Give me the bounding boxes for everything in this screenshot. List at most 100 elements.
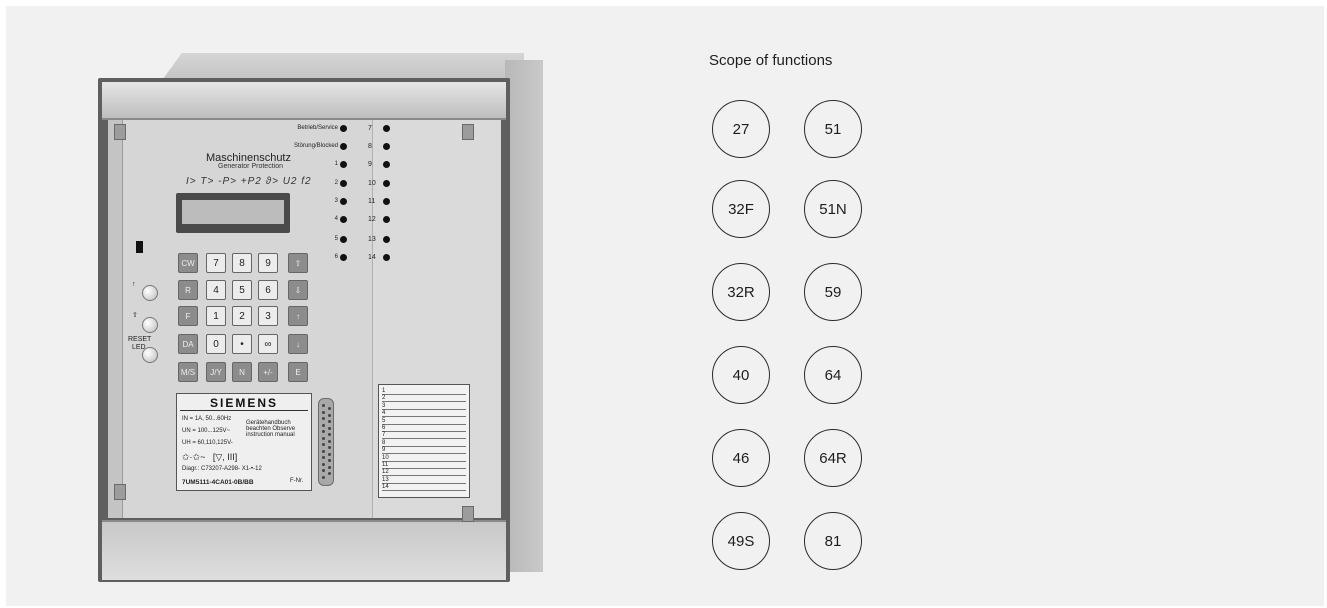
- connector-pin: [322, 430, 325, 433]
- top-cover-strip: [102, 82, 506, 120]
- led-label: Störung/Blocked: [293, 143, 338, 149]
- keypad-key: 8: [232, 253, 252, 273]
- keypad-key: 7: [206, 253, 226, 273]
- keypad-key: F: [178, 306, 198, 326]
- connector-pin: [322, 462, 325, 466]
- led-label: 1: [334, 161, 338, 167]
- label-card-line: 4: [382, 410, 466, 418]
- latch: [114, 124, 126, 140]
- led-label: Betrieb/Service: [297, 125, 338, 131]
- status-led: [383, 143, 390, 150]
- connector-pin: [322, 417, 325, 420]
- connector-pin: [328, 413, 331, 417]
- push-button-knob: [142, 317, 158, 333]
- status-led: [340, 198, 347, 205]
- connector-pin: [328, 465, 331, 469]
- keypad-key: 3: [258, 306, 278, 326]
- label-card-line: 12: [382, 469, 466, 477]
- connector-pin: [322, 404, 325, 407]
- knob-label: ⇧: [132, 312, 138, 319]
- nameplate-note: Gerätehandbuch beachten Observe instruct…: [246, 420, 296, 438]
- keypad-key: ⇩: [288, 280, 308, 300]
- latch: [462, 124, 474, 140]
- led-number: 13: [368, 236, 376, 243]
- knob-label: ↑: [132, 281, 136, 288]
- toggle-switch: [136, 241, 143, 253]
- push-button-knob: [142, 285, 158, 301]
- led-number: 11: [368, 198, 376, 205]
- device-subtitle: Generator Protection: [218, 163, 283, 170]
- status-led: [340, 236, 347, 243]
- label-card-line: 8: [382, 440, 466, 447]
- led-number: 9: [368, 161, 372, 168]
- keypad-key: 4: [206, 280, 226, 300]
- case-side: [505, 60, 543, 572]
- nameplate-symbols: ✩·✩~ [▽, III]: [182, 452, 238, 462]
- connector-pin: [328, 446, 331, 449]
- connector-pin: [322, 449, 325, 453]
- left-rail: [108, 120, 123, 518]
- lcd-display: [182, 200, 284, 224]
- led-number: 10: [368, 180, 376, 187]
- function-badge: 81: [804, 512, 862, 570]
- status-led: [340, 143, 347, 150]
- label-card-line: 11: [382, 462, 466, 469]
- connector-pin: [328, 439, 331, 443]
- keypad-key: E: [288, 362, 308, 382]
- keypad-key: 5: [232, 280, 252, 300]
- serial-connector: [318, 398, 334, 486]
- label-card-line: 14: [382, 484, 466, 492]
- label-card-line: 2: [382, 395, 466, 403]
- connector-pin: [328, 407, 331, 410]
- connector-pin: [322, 456, 325, 459]
- connector-pin: [328, 472, 331, 475]
- connector-pin: [328, 452, 331, 456]
- function-badge: 27: [712, 100, 770, 158]
- status-led: [340, 216, 347, 223]
- status-led: [383, 180, 390, 187]
- led-number: 8: [368, 143, 372, 150]
- connector-pin: [322, 410, 325, 414]
- status-led: [383, 161, 390, 168]
- connector-pin: [322, 469, 325, 472]
- keypad-key: +/-: [258, 362, 278, 382]
- led-label: 6: [334, 254, 338, 260]
- latch: [114, 484, 126, 500]
- label-card-line: 9: [382, 447, 466, 455]
- function-badge: 49S: [712, 512, 770, 570]
- keypad-key: DA: [178, 334, 198, 354]
- connector-pin: [328, 459, 331, 462]
- label-card-line: 5: [382, 418, 466, 425]
- led-label: 5: [334, 236, 338, 242]
- label-card-line: 13: [382, 477, 466, 484]
- led-label: 4: [334, 216, 338, 222]
- keypad-key: ↓: [288, 334, 308, 354]
- led-number: 12: [368, 216, 376, 223]
- scope-title: Scope of functions: [709, 52, 833, 69]
- function-badge: 59: [804, 263, 862, 321]
- nameplate-line: UH = 60,110,125V-: [182, 440, 233, 446]
- status-led: [383, 125, 390, 132]
- keypad-key: J/Y: [206, 362, 226, 382]
- led-number: 14: [368, 254, 376, 261]
- connector-pin: [322, 443, 325, 446]
- connector-pin: [322, 436, 325, 440]
- label-card-line: 3: [382, 403, 466, 410]
- label-card-line: 6: [382, 425, 466, 432]
- function-badge: 64: [804, 346, 862, 404]
- keypad-key: M/S: [178, 362, 198, 382]
- keypad-key: ↑: [288, 306, 308, 326]
- function-badge: 51N: [804, 180, 862, 238]
- nameplate-order-code: 7UM5111-4CA01-0B/BB: [182, 479, 254, 486]
- nameplate-line: IN = 1A, 50...60Hz: [182, 416, 232, 422]
- connector-pin: [328, 433, 331, 436]
- function-badge: 64R: [804, 429, 862, 487]
- status-led: [340, 180, 347, 187]
- function-badge: 51: [804, 100, 862, 158]
- status-led: [340, 161, 347, 168]
- function-badge: 32F: [712, 180, 770, 238]
- function-badge: 32R: [712, 263, 770, 321]
- connector-pin: [322, 423, 325, 427]
- status-led: [383, 236, 390, 243]
- status-led: [383, 198, 390, 205]
